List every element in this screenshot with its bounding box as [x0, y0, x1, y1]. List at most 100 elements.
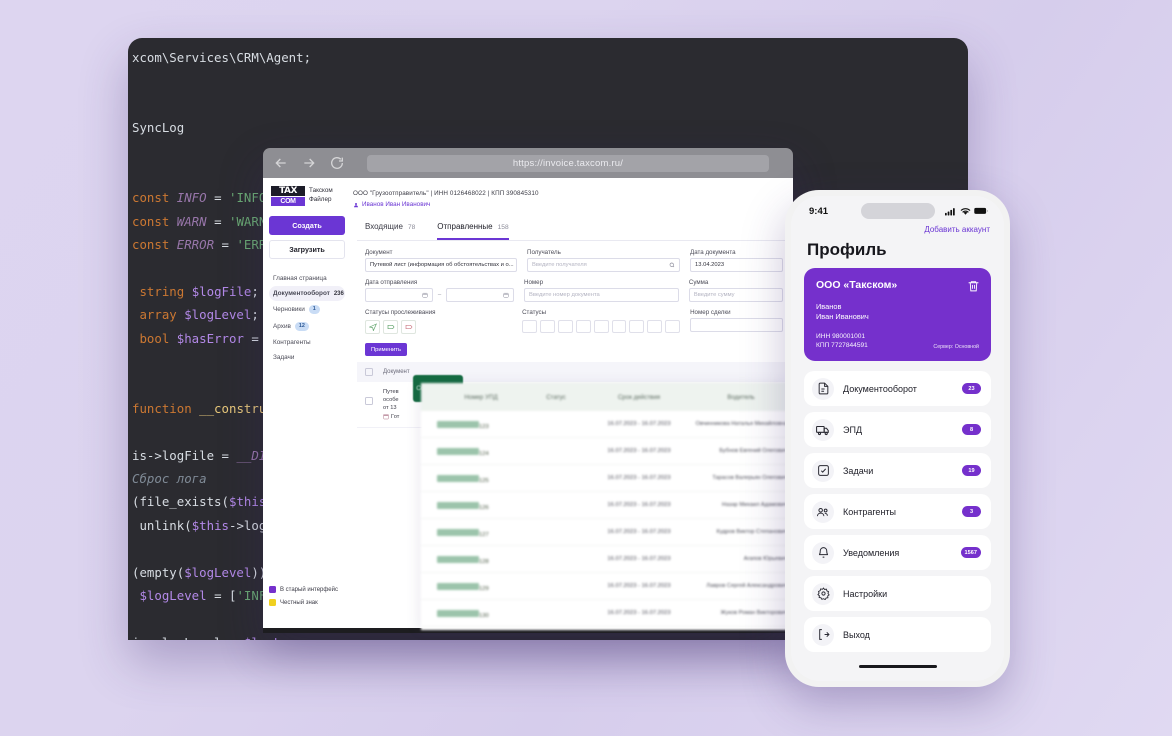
brand-name-line1: Такском — [309, 187, 333, 194]
overlay-cell-dates: 16.07.2023 - 16.07.2023 — [607, 583, 671, 589]
search-icon — [669, 262, 675, 268]
status-button[interactable] — [522, 320, 537, 333]
menu-item-5[interactable]: Настройки — [804, 576, 991, 611]
filter-recipient-label: Получатель — [527, 249, 561, 256]
apply-button[interactable]: Применить — [365, 343, 407, 356]
org-card[interactable]: ООО «Такском» Иванов Иван Иванович ИНН 9… — [804, 268, 991, 361]
url-bar[interactable]: https://invoice.taxcom.ru/ — [367, 154, 769, 172]
tab-bar: Входящие 78 Отправленные 158 — [357, 216, 793, 241]
filter-statuses-label: Статусы — [522, 309, 547, 316]
status-button[interactable] — [575, 320, 591, 333]
tracking-sent-icon[interactable] — [365, 320, 380, 334]
menu-item-3[interactable]: Контрагенты 3 — [804, 494, 991, 529]
logo-com-text: COM — [271, 197, 305, 206]
status-button[interactable] — [557, 320, 573, 333]
menu-item-badge: 23 — [962, 383, 981, 394]
filter-recipient-input[interactable]: Введите получателя — [527, 258, 681, 272]
overlay-cell-dates: 16.07.2023 - 16.07.2023 — [607, 556, 671, 562]
sidebar-item-badge: 12 — [294, 322, 309, 331]
overlay-table-row[interactable]: 128 16.07.2023 - 16.07.2023 Агапов Юрьевич — [421, 546, 793, 573]
arrow-left-icon[interactable] — [273, 155, 289, 171]
phone-screen: 9:41 Добавить аккаунт Профиль ООО «Такск… — [791, 196, 1004, 681]
filter-doc-date-label: Дата документа — [690, 249, 736, 256]
status-button[interactable] — [593, 320, 609, 333]
overlay-cell-driver: Бубнов Евгений Олегович — [719, 448, 787, 454]
overlay-table-row[interactable]: 124 16.07.2023 - 16.07.2023 Бубнов Евгений… — [421, 438, 793, 465]
overlay-table-row[interactable]: 123 16.07.2023 - 16.07.2023 Овчинникова На… — [421, 411, 793, 438]
select-all-checkbox[interactable] — [365, 368, 373, 376]
menu-item-4[interactable]: Уведомления 1567 — [804, 535, 991, 570]
sidebar-item-0[interactable]: Главная страница — [269, 271, 345, 286]
page-title: Профиль — [807, 240, 887, 259]
archive-icon — [383, 414, 389, 420]
upload-button[interactable]: Загрузить — [269, 240, 345, 259]
tab-1[interactable]: Отправленные 158 — [437, 222, 509, 240]
overlay-cell-driver: Агапов Юрьевич — [743, 556, 787, 562]
sidebar-item-4[interactable]: Контрагенты — [269, 335, 345, 350]
create-button[interactable]: Создать — [269, 216, 345, 235]
logo-tax-text: TAX — [271, 186, 305, 196]
trash-icon[interactable] — [967, 279, 980, 293]
arrow-right-icon[interactable] — [301, 155, 317, 171]
org-card-server: Сервер: Основной — [933, 344, 979, 350]
row-document-cell: Путев особе от 13 Гот — [383, 388, 399, 421]
filter-tracking-label: Статусы прослеживания — [365, 309, 436, 316]
filter-number-input[interactable]: Введите номер документа — [524, 288, 679, 302]
sidebar-item-label: Архив — [273, 323, 291, 330]
calendar-icon — [422, 292, 428, 298]
overlay-table-row[interactable]: 126 16.07.2023 - 16.07.2023 Назар Михаил А… — [421, 492, 793, 519]
filter-send-date-to[interactable] — [446, 288, 514, 302]
sidebar-item-label: Контрагенты — [273, 339, 311, 346]
overlay-table-row[interactable]: 127 16.07.2023 - 16.07.2023 Кудров Виктор … — [421, 519, 793, 546]
menu-item-0[interactable]: Документооборот 23 — [804, 371, 991, 406]
filter-recipient: Получатель Введите получателя — [527, 249, 681, 272]
status-button[interactable] — [629, 320, 645, 333]
overlay-cell-dates: 16.07.2023 - 16.07.2023 — [607, 421, 671, 427]
add-account-link[interactable]: Добавить аккаунт — [791, 222, 1004, 234]
menu-item-2[interactable]: Задачи 19 — [804, 453, 991, 488]
sidebar-footer-item-1[interactable]: Честный знак — [269, 599, 345, 606]
row-checkbox[interactable] — [365, 397, 373, 405]
status-button[interactable] — [665, 320, 681, 333]
filter-number-label: Номер — [524, 279, 544, 286]
sidebar-item-2[interactable]: Черновики 1 — [269, 301, 345, 318]
signal-icon — [945, 207, 955, 215]
overlay-cell-driver: Лавров Сергей Александрович — [706, 583, 787, 589]
tab-0[interactable]: Входящие 78 — [365, 222, 415, 240]
menu-item-1[interactable]: ЭПД 8 — [804, 412, 991, 447]
menu-item-6[interactable]: Выход — [804, 617, 991, 652]
filter-sum-input[interactable]: Введите сумму — [688, 288, 783, 302]
sidebar-footer-item-0[interactable]: В старый интерфейс — [269, 586, 345, 593]
sidebar-item-badge: 1 — [308, 305, 320, 314]
overlay-table-row[interactable]: 129 16.07.2023 - 16.07.2023 Лавров Сергей … — [421, 573, 793, 600]
overlay-table-row[interactable]: 130 16.07.2023 - 16.07.2023 Жуков Роман Ви… — [421, 600, 793, 627]
reload-icon[interactable] — [329, 155, 345, 171]
wifi-icon — [960, 207, 971, 215]
overlay-table-row[interactable]: 125 16.07.2023 - 16.07.2023 Тарасов Валерь… — [421, 465, 793, 492]
sidebar-item-3[interactable]: Архив 12 — [269, 318, 345, 335]
filter-doc-date-input[interactable]: 13.04.2023 — [690, 258, 783, 272]
overlay-cell-driver: Кудров Виктор Степанович — [716, 529, 787, 535]
overlay-cell-dates: 16.07.2023 - 16.07.2023 — [607, 529, 671, 535]
sidebar-item-5[interactable]: Задачи — [269, 350, 345, 365]
status-button[interactable] — [611, 320, 627, 333]
phone-notch — [860, 203, 935, 219]
filter-sum-label: Сумма — [688, 279, 709, 286]
sidebar-item-1[interactable]: Документооборот 236 — [269, 286, 345, 301]
filter-panel: Документ Путевой лист (информация об обс… — [357, 241, 793, 356]
org-info: ООО "Грузоотправитель" | ИНН 0126468022 … — [339, 186, 539, 208]
tracking-rejected-icon[interactable] — [401, 320, 416, 334]
status-button[interactable] — [647, 320, 663, 333]
overlay-cell-number: 124 — [421, 442, 525, 460]
status-button[interactable] — [539, 320, 555, 333]
table-header-document: Документ — [383, 369, 410, 375]
menu-item-badge: 3 — [962, 506, 981, 517]
current-user[interactable]: Иванов Иван Иванович — [353, 201, 539, 208]
filter-sum-placeholder: Введите сумму — [693, 292, 735, 298]
tracking-received-icon[interactable] — [383, 320, 398, 334]
filter-document-input[interactable]: Путевой лист (информация об обстоятельст… — [365, 258, 517, 272]
filter-deal-number-input[interactable] — [690, 318, 783, 332]
filter-send-date-from[interactable] — [365, 288, 433, 302]
overlay-cell-dates: 16.07.2023 - 16.07.2023 — [607, 475, 671, 481]
sidebar-item-count: 236 — [333, 290, 344, 297]
